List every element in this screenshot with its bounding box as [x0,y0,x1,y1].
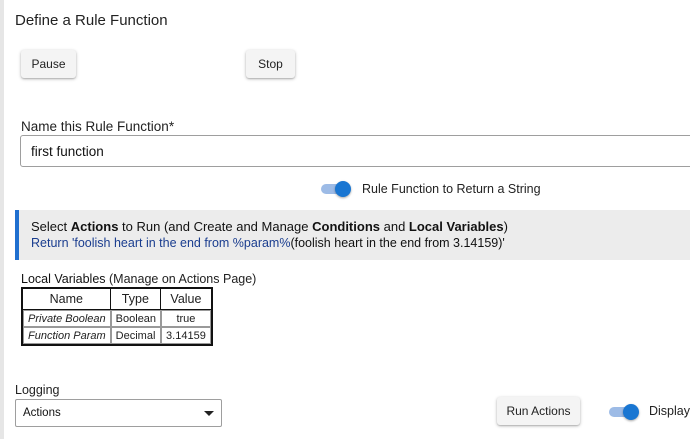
table-row: Private Boolean Boolean true [23,310,211,327]
toggle-knob [623,404,639,420]
name-field-label: Name this Rule Function* [21,119,175,134]
logging-selected-value: Actions [23,407,61,419]
heading-middle: to Run (and Create and Manage [118,219,313,234]
page-left-border [0,0,4,439]
rule-function-name-input[interactable]: first function [20,135,690,167]
page-title: Define a Rule Function [15,12,168,29]
name-input-value: first function [31,143,104,159]
return-action-text: Return 'foolish heart in the end from %p… [31,236,291,250]
table-header-row: Name Type Value [23,289,211,310]
heading-local-variables-word: Local Variables [408,219,504,234]
heading-and: and [380,219,409,234]
variable-type-cell: Boolean [110,310,162,327]
heading-actions-word: Actions [70,219,119,234]
display-toggle-label: Display [649,404,690,418]
display-toggle[interactable] [609,404,639,420]
local-variables-table: Name Type Value Private Boolean Boolean … [21,287,213,346]
return-action-line[interactable]: Return 'foolish heart in the end from %p… [31,236,505,250]
run-actions-button[interactable]: Run Actions [497,397,580,425]
return-action-evaluated: (foolish heart in the end from 3.14159)' [290,236,505,250]
select-actions-section[interactable]: Select Actions to Run (and Create and Ma… [15,210,690,260]
stop-button[interactable]: Stop [246,50,295,78]
variable-name-cell: Private Boolean [23,310,111,327]
caret-down-icon [204,411,214,416]
return-string-toggle-label: Rule Function to Return a String [362,182,541,196]
column-header-value: Value [161,289,211,310]
column-header-type: Type [110,289,162,310]
select-actions-heading[interactable]: Select Actions to Run (and Create and Ma… [31,219,508,234]
pause-button[interactable]: Pause [21,50,76,78]
heading-suffix: ) [503,219,508,234]
variable-value-cell: 3.14159 [161,327,211,344]
toggle-knob [335,181,351,197]
logging-select[interactable]: Actions [15,399,222,427]
logging-label: Logging [15,383,60,397]
variable-value-cell: true [161,310,211,327]
local-variables-heading: Local Variables (Manage on Actions Page) [21,272,256,286]
variable-type-cell: Decimal [110,327,162,344]
heading-conditions-word: Conditions [312,219,380,234]
heading-prefix: Select [31,219,71,234]
local-variables-title: Local Variables [21,272,106,286]
variable-name-cell: Function Param [23,327,111,344]
table-row: Function Param Decimal 3.14159 [23,327,211,344]
return-string-toggle[interactable] [321,181,351,197]
local-variables-subtitle: (Manage on Actions Page) [105,272,257,286]
column-header-name: Name [23,289,111,310]
